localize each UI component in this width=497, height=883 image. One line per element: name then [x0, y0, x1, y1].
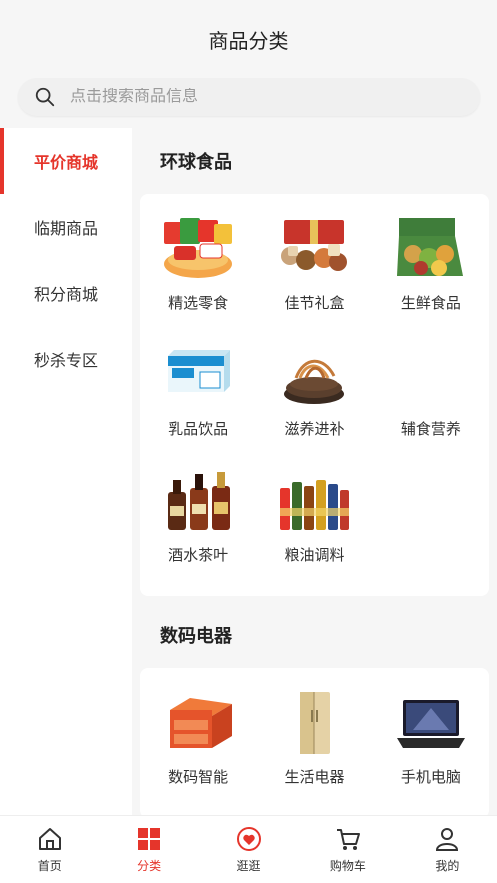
sidebar-item-linqi[interactable]: 临期商品	[0, 194, 132, 260]
sidebar-item-jifen[interactable]: 积分商城	[0, 260, 132, 326]
empty-image-slot	[393, 342, 469, 408]
tab-label: 首页	[37, 859, 62, 873]
cordyceps-image	[284, 359, 345, 404]
category-label: 粮油调料	[284, 547, 345, 564]
sidebar-item-miaosha[interactable]: 秒杀专区	[0, 326, 132, 392]
tab-category[interactable]: 分类	[99, 816, 198, 883]
category-label: 乳品饮品	[168, 421, 229, 438]
category-icon	[138, 828, 161, 850]
condiments-image	[280, 480, 350, 530]
category-label: 手机电脑	[400, 769, 461, 786]
header-bar: 商品分类	[0, 0, 497, 70]
category-tile-home-appliance[interactable]: 生活电器	[256, 678, 372, 804]
category-label: 生鲜食品	[400, 295, 461, 312]
category-label: 辅食营养	[400, 421, 461, 438]
tab-home[interactable]: 首页	[0, 816, 99, 883]
tab-label: 购物车	[329, 859, 366, 873]
category-tile-phone-pc[interactable]: 手机电脑	[373, 678, 489, 804]
search-box[interactable]	[18, 78, 480, 116]
milk-carton-image	[168, 350, 231, 392]
digital-section: 数码电器 数码智能 生活电器 手机电脑	[132, 602, 497, 815]
cart-icon	[336, 829, 360, 850]
category-label: 数码智能	[168, 769, 229, 786]
section-title-digital: 数码电器	[160, 626, 232, 646]
home-icon	[38, 828, 61, 850]
category-content: 环球食品 精选零食 佳节礼盒 生鲜食品 乳品饮品 滋养进补 辅食营养 酒水茶叶 …	[132, 128, 497, 815]
category-label: 滋养进补	[284, 421, 345, 438]
tab-cart[interactable]: 购物车	[298, 816, 397, 883]
category-tile-smart-digital[interactable]: 数码智能	[140, 678, 256, 804]
tab-browse[interactable]: 逛逛	[199, 816, 298, 883]
category-label: 精选零食	[168, 295, 229, 312]
category-tile-liquor[interactable]: 酒水茶叶	[140, 456, 256, 582]
heart-bubble-icon	[236, 827, 261, 851]
food-category-card: 精选零食 佳节礼盒 生鲜食品 乳品饮品 滋养进补 辅食营养 酒水茶叶 粮油调料	[140, 194, 489, 596]
search-area	[0, 70, 497, 125]
category-label: 佳节礼盒	[284, 295, 345, 312]
category-label: 生活电器	[284, 769, 345, 786]
bottom-tab-bar: 首页 分类 逛逛 购物车 我的	[0, 815, 497, 883]
tab-label: 逛逛	[236, 859, 261, 873]
gift-box-image	[281, 220, 348, 271]
tab-me[interactable]: 我的	[398, 816, 497, 883]
search-icon	[35, 87, 55, 107]
tab-label: 分类	[137, 859, 162, 873]
category-tile-dairy[interactable]: 乳品饮品	[140, 330, 256, 456]
laptop-image	[396, 700, 465, 748]
category-tile-baby-food[interactable]: 辅食营养	[373, 330, 489, 456]
section-title-food: 环球食品	[160, 152, 232, 172]
category-tile-tonic[interactable]: 滋养进补	[256, 330, 372, 456]
category-label: 酒水茶叶	[168, 547, 229, 564]
category-sidebar: 平价商城 临期商品 积分商城 秒杀专区	[0, 128, 132, 815]
snacks-image	[164, 218, 233, 278]
liquor-bottles-image	[168, 472, 231, 530]
search-input[interactable]	[70, 88, 430, 106]
category-tile-fresh[interactable]: 生鲜食品	[373, 204, 489, 330]
user-icon	[436, 828, 459, 851]
category-tile-condiments[interactable]: 粮油调料	[256, 456, 372, 582]
sidebar-item-pingjia[interactable]: 平价商城	[0, 128, 132, 194]
orange-drawer-box-image	[170, 698, 233, 748]
tab-label: 我的	[435, 859, 460, 873]
refrigerator-image	[300, 692, 331, 754]
category-tile-snacks[interactable]: 精选零食	[140, 204, 256, 330]
fresh-produce-image	[396, 218, 463, 276]
digital-category-card: 数码智能 生活电器 手机电脑	[140, 668, 489, 815]
category-tile-gift-box[interactable]: 佳节礼盒	[256, 204, 372, 330]
page-title: 商品分类	[208, 30, 289, 53]
